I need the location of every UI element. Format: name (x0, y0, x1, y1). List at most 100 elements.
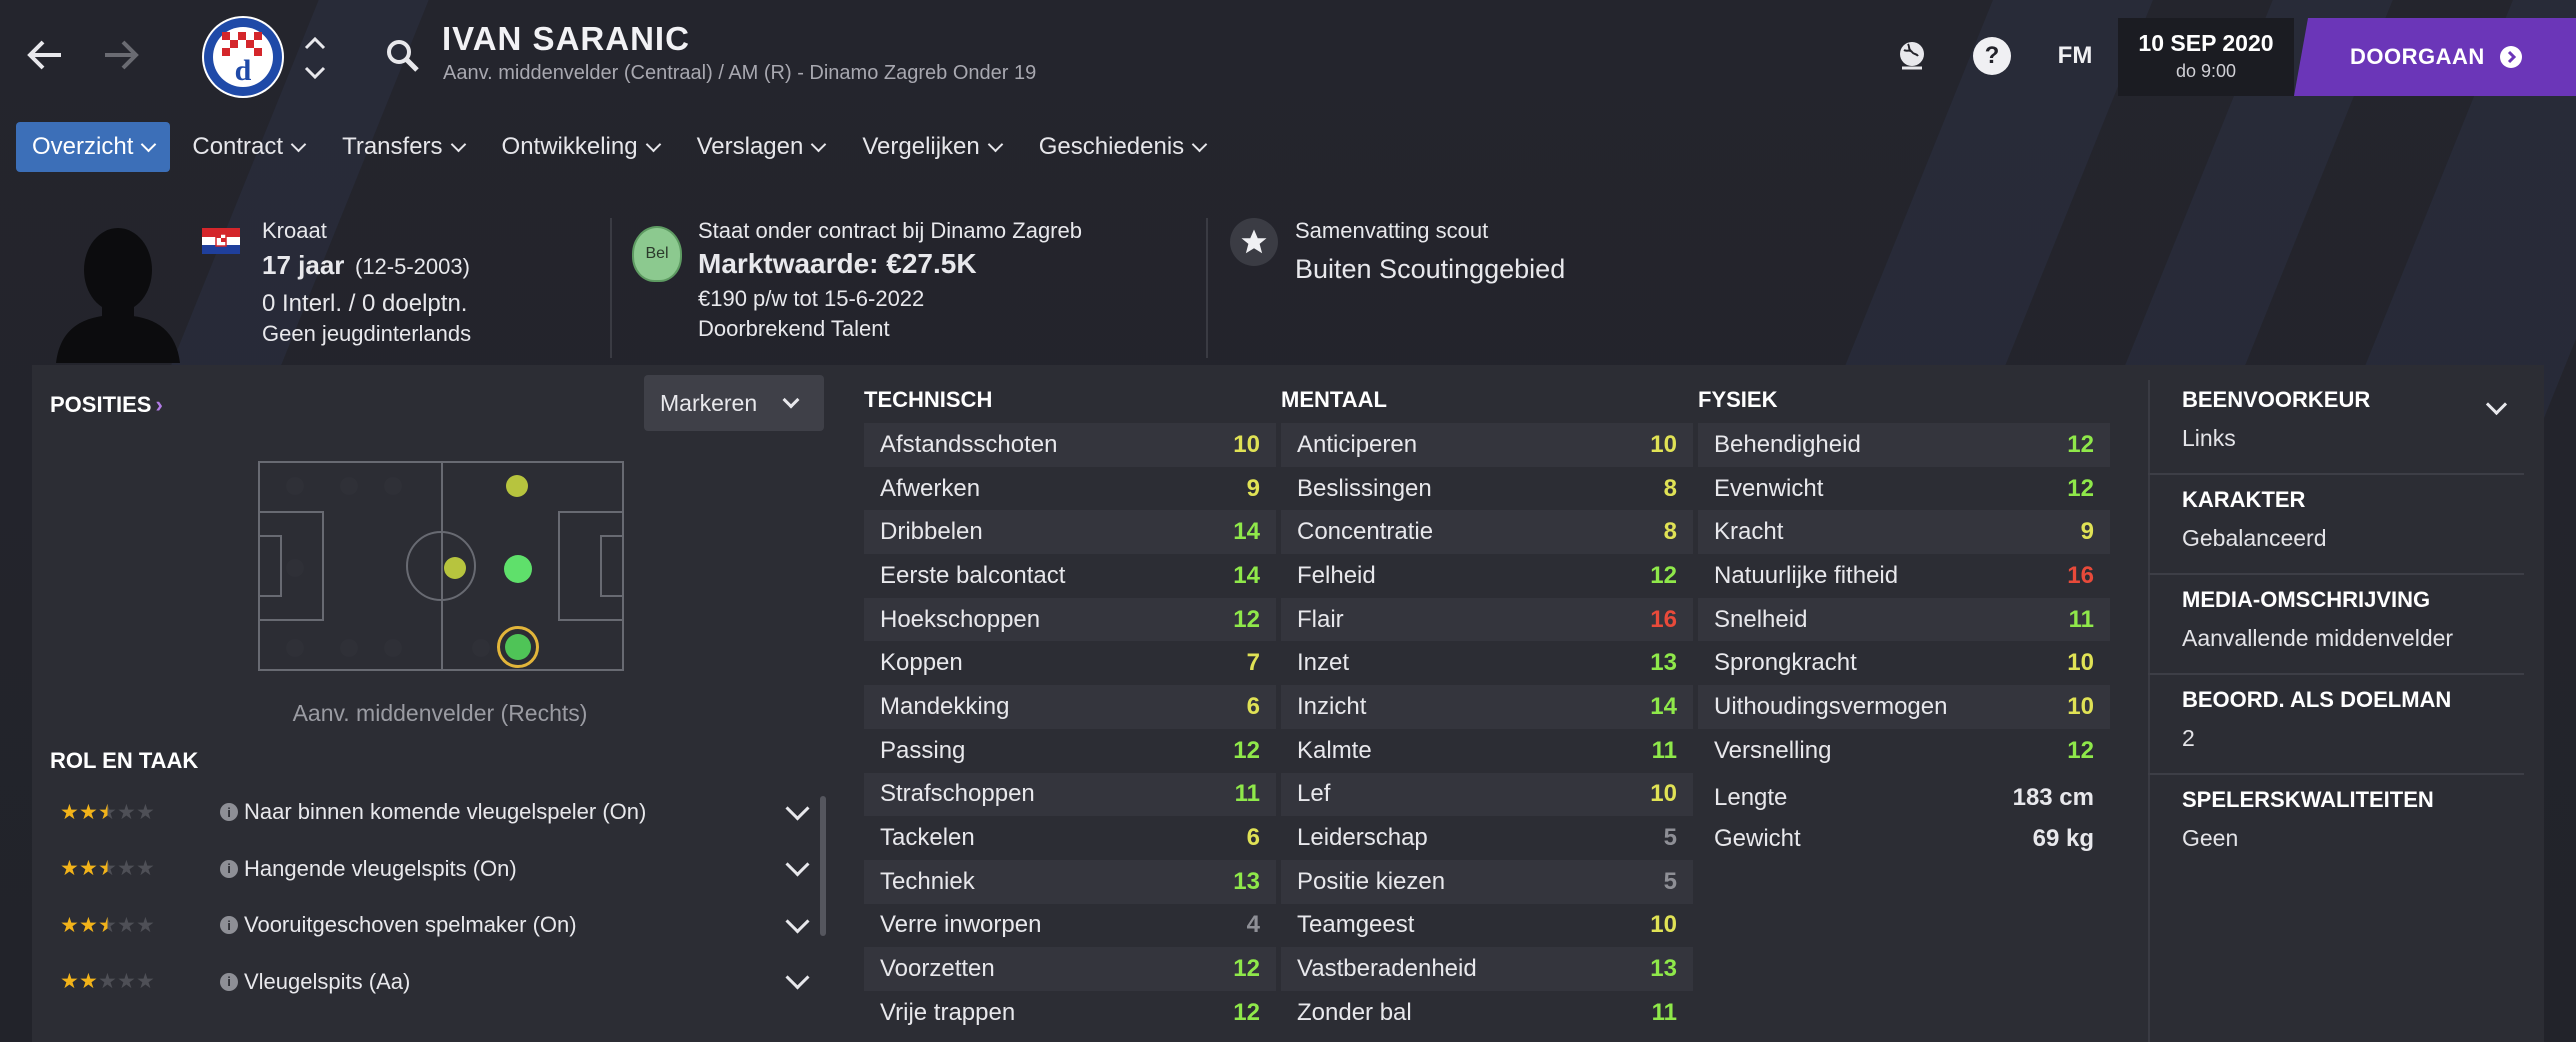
attribute-value: 12 (1233, 736, 1260, 764)
info-icon[interactable]: i (220, 803, 238, 821)
fm-logo-icon[interactable]: FM (2050, 34, 2100, 78)
attribute-name: Inzet (1297, 649, 1350, 677)
tab-contract[interactable]: Contract (176, 122, 320, 172)
attribute-value: 12 (1233, 998, 1260, 1026)
attribute-row[interactable]: Lef 10 (1281, 772, 1693, 817)
attribute-row[interactable]: Vastberadenheid 13 (1281, 947, 1693, 991)
back-arrow-icon[interactable] (20, 30, 70, 80)
attribute-row[interactable]: Mandekking 6 (864, 685, 1276, 729)
tab-verslagen[interactable]: Verslagen (681, 122, 841, 172)
attribute-name: Snelheid (1714, 605, 1808, 633)
markeren-label: Markeren (660, 389, 758, 416)
physical-attributes: Behendigheid 12 Evenwicht 12 Kracht 9 Natuurli… (1698, 423, 2110, 773)
attribute-row[interactable]: Voorzetten 12 (864, 947, 1276, 991)
forward-arrow-icon[interactable] (96, 30, 146, 80)
tab-bar: Overzicht Contract Transfers Ontwikkelin… (16, 122, 1227, 172)
svg-text:d: d (235, 54, 252, 87)
attribute-value: 8 (1663, 474, 1677, 502)
weight-value: 69 kg (2032, 825, 2094, 852)
position-dot-aml (506, 475, 528, 497)
tab-ontwikkeling[interactable]: Ontwikkeling (486, 122, 675, 172)
attribute-row[interactable]: Leiderschap 5 (1281, 816, 1693, 860)
tab-geschiedenis[interactable]: Geschiedenis (1023, 122, 1221, 172)
chevron-down-icon (645, 136, 661, 152)
attribute-row[interactable]: Behendigheid 12 (1698, 423, 2110, 467)
role-row[interactable]: ★ ★ ★ ★ ★ i Naar binnen komende vleugelspeler … (60, 792, 820, 832)
star-icon: ★ (60, 970, 79, 993)
attribute-row[interactable]: Kracht 9 (1698, 510, 2110, 555)
market-value: Marktwaarde: €27.5K (698, 248, 977, 279)
star-rating: ★ ★ ★ ★ ★ (60, 800, 220, 825)
attribute-name: Tackelen (880, 824, 975, 852)
chevron-down-icon[interactable] (785, 852, 810, 877)
attribute-row[interactable]: Teamgeest 10 (1281, 904, 1693, 948)
attribute-row[interactable]: Inzet 13 (1281, 641, 1693, 685)
attribute-row[interactable]: Felheid 12 (1281, 554, 1693, 598)
attribute-row[interactable]: Eerste balcontact 14 (864, 554, 1276, 598)
attribute-row[interactable]: Evenwicht 12 (1698, 467, 2110, 511)
attribute-row[interactable]: Afwerken 9 (864, 467, 1276, 511)
time-label: do 9:00 (2175, 61, 2237, 81)
attribute-row[interactable]: Afstandsschoten 10 (864, 423, 1276, 467)
attribute-row[interactable]: Passing 12 (864, 729, 1276, 773)
attribute-row[interactable]: Anticiperen 10 (1281, 423, 1693, 467)
attribute-value: 13 (1233, 867, 1260, 895)
attribute-row[interactable]: Concentratie 8 (1281, 510, 1693, 555)
attribute-row[interactable]: Dribbelen 14 (864, 510, 1276, 555)
attribute-row[interactable]: Verre inworpen 4 (864, 904, 1276, 948)
continue-button[interactable]: DOORGAAN (2294, 18, 2576, 96)
attribute-row[interactable]: Hoekschoppen 12 (864, 597, 1276, 642)
club-badge-icon[interactable]: d (200, 14, 286, 100)
attribute-row[interactable]: Koppen 7 (864, 641, 1276, 685)
attribute-row[interactable]: Snelheid 11 (1698, 597, 2110, 642)
role-row[interactable]: ★ ★ ★ ★ ★ i Vooruitgeschoven spelmaker (On) (60, 905, 820, 945)
attribute-row[interactable]: Kalmte 11 (1281, 729, 1693, 773)
chevron-down-icon[interactable] (785, 965, 810, 990)
tab-transfers[interactable]: Transfers (326, 122, 479, 172)
tab-overzicht[interactable]: Overzicht (16, 122, 171, 172)
attribute-row[interactable]: Versnelling 12 (1698, 729, 2110, 773)
positions-title[interactable]: POSITIES › (50, 392, 163, 418)
attribute-value: 10 (1650, 780, 1677, 808)
attribute-row[interactable]: Vrije trappen 12 (864, 991, 1276, 1035)
croatia-flag-icon (202, 228, 240, 254)
role-row[interactable]: ★ ★ ★ ★ ★ i Hangende vleugelspits (On) (60, 849, 820, 889)
info-icon[interactable]: i (220, 916, 238, 934)
date-label: 10 SEP 2020 (2138, 30, 2274, 56)
attribute-row[interactable]: Natuurlijke fitheid 16 (1698, 554, 2110, 598)
attribute-name: Kalmte (1297, 736, 1372, 764)
attribute-value: 10 (2067, 649, 2094, 677)
help-icon[interactable]: ? (1970, 34, 2014, 78)
roles-title: ROL EN TAAK (50, 748, 199, 773)
roles-scrollbar[interactable] (820, 796, 826, 936)
attribute-row[interactable]: Beslissingen 8 (1281, 467, 1693, 511)
globe-icon[interactable] (1890, 34, 1934, 78)
search-icon[interactable] (383, 36, 423, 76)
attribute-value: 10 (1650, 430, 1677, 458)
attribute-row[interactable]: Techniek 13 (864, 859, 1276, 904)
info-icon[interactable]: i (220, 972, 238, 991)
chevron-down-icon[interactable] (785, 795, 810, 821)
attribute-name: Behendigheid (1714, 430, 1861, 458)
attribute-value: 10 (2067, 692, 2094, 720)
arrow-circle-icon (2499, 46, 2522, 68)
markeren-dropdown[interactable]: Markeren (644, 375, 824, 431)
position-dot-amc (504, 555, 532, 583)
scout-title: Samenvatting scout (1295, 218, 1489, 243)
attribute-row[interactable]: Uithoudingsvermogen 10 (1698, 685, 2110, 729)
attribute-row[interactable]: Zonder bal 11 (1281, 991, 1693, 1035)
continue-label: DOORGAAN (2350, 44, 2485, 69)
role-row[interactable]: ★ ★ ★ ★ ★ i Vleugelspits (Aa) (60, 962, 820, 1002)
tab-vergelijken[interactable]: Vergelijken (846, 122, 1016, 172)
attribute-row[interactable]: Strafschoppen 11 (864, 772, 1276, 817)
attribute-row[interactable]: Inzicht 14 (1281, 685, 1693, 729)
attribute-row[interactable]: Positie kiezen 5 (1281, 859, 1693, 904)
chevron-down-icon[interactable] (785, 908, 810, 934)
player-switch-arrows-icon[interactable] (300, 30, 330, 86)
attribute-row[interactable]: Tackelen 6 (864, 816, 1276, 860)
attribute-row[interactable]: Sprongkracht 10 (1698, 641, 2110, 685)
info-icon[interactable]: i (220, 859, 238, 878)
attribute-row[interactable]: Flair 16 (1281, 597, 1693, 642)
attribute-value: 10 (1650, 911, 1677, 939)
attribute-name: Inzicht (1297, 692, 1367, 720)
